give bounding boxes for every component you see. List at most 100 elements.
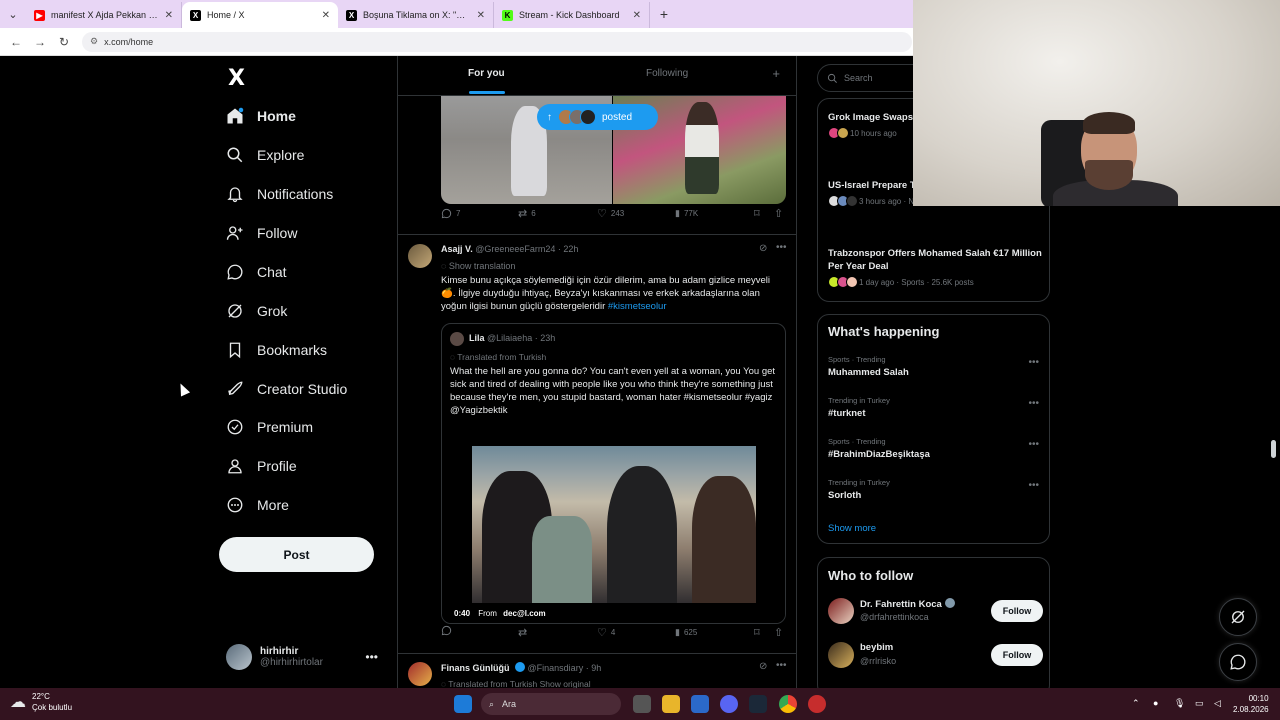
taskbar-search[interactable]: ⌕ Ara xyxy=(481,693,621,715)
close-tab-icon[interactable]: ✕ xyxy=(322,10,330,21)
taskbar-clock[interactable]: 00:10 2.08.2026 xyxy=(1233,693,1269,715)
app-icon[interactable] xyxy=(808,695,826,713)
nav-premium[interactable]: Premium xyxy=(226,416,313,438)
tab-following[interactable]: Following xyxy=(646,68,688,79)
follow-button[interactable]: Follow xyxy=(991,600,1043,622)
trend-more-icon[interactable]: ••• xyxy=(1028,398,1039,409)
news-item[interactable]: Trabzonspor Offers Mohamed Salah €17 Mil… xyxy=(828,247,1043,288)
show-translation-link[interactable]: Show translation xyxy=(449,261,516,271)
show-translation[interactable]: ◌ Show translation xyxy=(441,261,515,271)
steam-icon[interactable] xyxy=(749,695,767,713)
author-name[interactable]: Asajj V. xyxy=(441,244,473,254)
like-button[interactable]: ♡ 4 xyxy=(597,626,615,639)
repost-icon[interactable]: ⇄ xyxy=(518,626,527,639)
trend-item[interactable]: Sports · Trending #BrahimDiazBeşiktaşa •… xyxy=(828,437,1043,460)
windows-start-icon[interactable] xyxy=(454,695,472,713)
new-posts-pill[interactable]: ↑ posted xyxy=(537,104,658,130)
account-switcher[interactable]: hirhirhir @hirhirhirtolar ••• xyxy=(226,644,386,670)
avatar[interactable] xyxy=(408,244,432,268)
show-original-link[interactable]: Show original xyxy=(540,679,591,688)
trend-more-icon[interactable]: ••• xyxy=(1028,480,1039,491)
author-handle[interactable]: @Finansdiary xyxy=(528,663,584,673)
file-explorer-icon[interactable] xyxy=(662,695,680,713)
forward-arrow-icon[interactable]: → xyxy=(28,35,52,49)
trend-item[interactable]: Sports · Trending Muhammed Salah ••• xyxy=(828,355,1043,378)
add-feed-icon[interactable]: + xyxy=(772,66,780,81)
outlook-icon[interactable] xyxy=(691,695,709,713)
trend-more-icon[interactable]: ••• xyxy=(1028,439,1039,450)
author-name[interactable]: Finans Günlüğü xyxy=(441,663,510,673)
task-view-icon[interactable] xyxy=(633,695,651,713)
reply-button[interactable]: 7 xyxy=(441,208,460,219)
views-button[interactable]: ▮ 625 xyxy=(675,627,697,638)
follow-suggestion[interactable]: beybim @rrlrisko Follow xyxy=(828,642,1043,674)
nav-bookmarks[interactable]: Bookmarks xyxy=(226,339,327,361)
post-time[interactable]: 9h xyxy=(591,663,601,673)
messages-fab-button[interactable] xyxy=(1219,643,1257,681)
video-source[interactable]: dec@l.com xyxy=(503,609,545,618)
weather-widget[interactable]: ☁ 22°C Çok bulutlu xyxy=(10,691,72,713)
post-more-icon[interactable]: ••• xyxy=(776,242,787,253)
quoted-post[interactable]: Lila @Lilaiaeha · 23h ◌ Translated from … xyxy=(441,323,786,624)
x-logo-icon[interactable]: X xyxy=(228,66,245,91)
nav-more[interactable]: More xyxy=(226,494,289,516)
views-button[interactable]: ▮ 77K xyxy=(675,208,698,219)
reply-button[interactable] xyxy=(441,625,452,639)
video-player[interactable] xyxy=(472,446,756,606)
suggestion-handle: @rrlrisko xyxy=(860,656,897,666)
discord-icon[interactable] xyxy=(720,695,738,713)
site-info-icon[interactable]: ⚙ xyxy=(90,36,98,47)
volume-icon[interactable]: ◁ xyxy=(1214,698,1221,709)
trend-more-icon[interactable]: ••• xyxy=(1028,357,1039,368)
nav-grok[interactable]: Grok xyxy=(226,300,287,322)
browser-tab[interactable]: ▶ manifest X Ajda Pekkan - Hileli ✕ xyxy=(26,2,182,28)
repost-button[interactable]: ⇄ 6 xyxy=(518,207,536,220)
post-more-icon[interactable]: ••• xyxy=(776,660,787,671)
grok-icon[interactable]: ⊘ xyxy=(759,243,767,254)
follow-button[interactable]: Follow xyxy=(991,644,1043,666)
like-button[interactable]: ♡ 243 xyxy=(597,207,624,220)
microphone-icon[interactable]: 🎙 xyxy=(1174,698,1185,709)
nav-chat[interactable]: Chat xyxy=(226,261,287,283)
author-handle[interactable]: @GreeneeeFarm24 xyxy=(475,244,555,254)
reload-icon[interactable]: ↻ xyxy=(52,35,76,49)
close-tab-icon[interactable]: ✕ xyxy=(633,10,641,21)
browser-tab-active[interactable]: X Home / X ✕ xyxy=(182,2,338,28)
back-arrow-icon[interactable]: ← xyxy=(4,35,28,49)
close-tab-icon[interactable]: ✕ xyxy=(165,10,173,21)
nav-home[interactable]: Home xyxy=(226,105,296,127)
avatar[interactable] xyxy=(408,662,432,686)
browser-tab[interactable]: X Boşuna Tiklama on X: "Matema ✕ xyxy=(338,2,494,28)
grok-icon[interactable]: ⊘ xyxy=(759,661,767,672)
tray-app-icon[interactable]: ● xyxy=(1153,698,1158,708)
scrollbar-thumb[interactable] xyxy=(1271,440,1276,458)
account-more-icon[interactable]: ••• xyxy=(365,650,378,664)
bookmark-icon[interactable]: ⌑ xyxy=(754,207,760,220)
url-field[interactable]: ⚙ x.com/home xyxy=(82,31,912,52)
grok-fab-button[interactable] xyxy=(1219,598,1257,636)
nav-explore[interactable]: Explore xyxy=(226,144,304,166)
close-tab-icon[interactable]: ✕ xyxy=(477,10,485,21)
post-button[interactable]: Post xyxy=(219,537,374,572)
share-icon[interactable]: ⇧ xyxy=(774,207,783,220)
nav-notifications[interactable]: Notifications xyxy=(226,183,333,205)
network-icon[interactable]: ▭ xyxy=(1195,698,1204,709)
tray-chevron-icon[interactable]: ⌃ xyxy=(1132,698,1140,709)
chrome-icon[interactable] xyxy=(779,695,797,713)
share-icon[interactable]: ⇧ xyxy=(774,626,783,639)
tab-for-you[interactable]: For you xyxy=(468,68,505,79)
follow-suggestion[interactable]: Dr. Fahrettin Koca @drfahrettinkoca Foll… xyxy=(828,598,1043,630)
new-tab-button[interactable]: + xyxy=(650,6,678,22)
tab-list-chevron-icon[interactable]: ⌄ xyxy=(0,0,26,28)
hashtag-link[interactable]: #kismetseolur xyxy=(608,301,667,312)
post-time[interactable]: 22h xyxy=(563,244,578,254)
show-more-link[interactable]: Show more xyxy=(828,523,876,534)
trend-item[interactable]: Trending in Turkey #turknet ••• xyxy=(828,396,1043,419)
nav-profile[interactable]: Profile xyxy=(226,455,297,477)
nav-follow[interactable]: Follow xyxy=(226,222,297,244)
video-figure xyxy=(607,466,677,606)
bookmark-icon[interactable]: ⌑ xyxy=(754,626,760,639)
browser-tab[interactable]: K Stream - Kick Dashboard ✕ xyxy=(494,2,650,28)
trend-item[interactable]: Trending in Turkey Sorloth ••• xyxy=(828,478,1043,501)
nav-creator-studio[interactable]: Creator Studio xyxy=(226,378,347,400)
